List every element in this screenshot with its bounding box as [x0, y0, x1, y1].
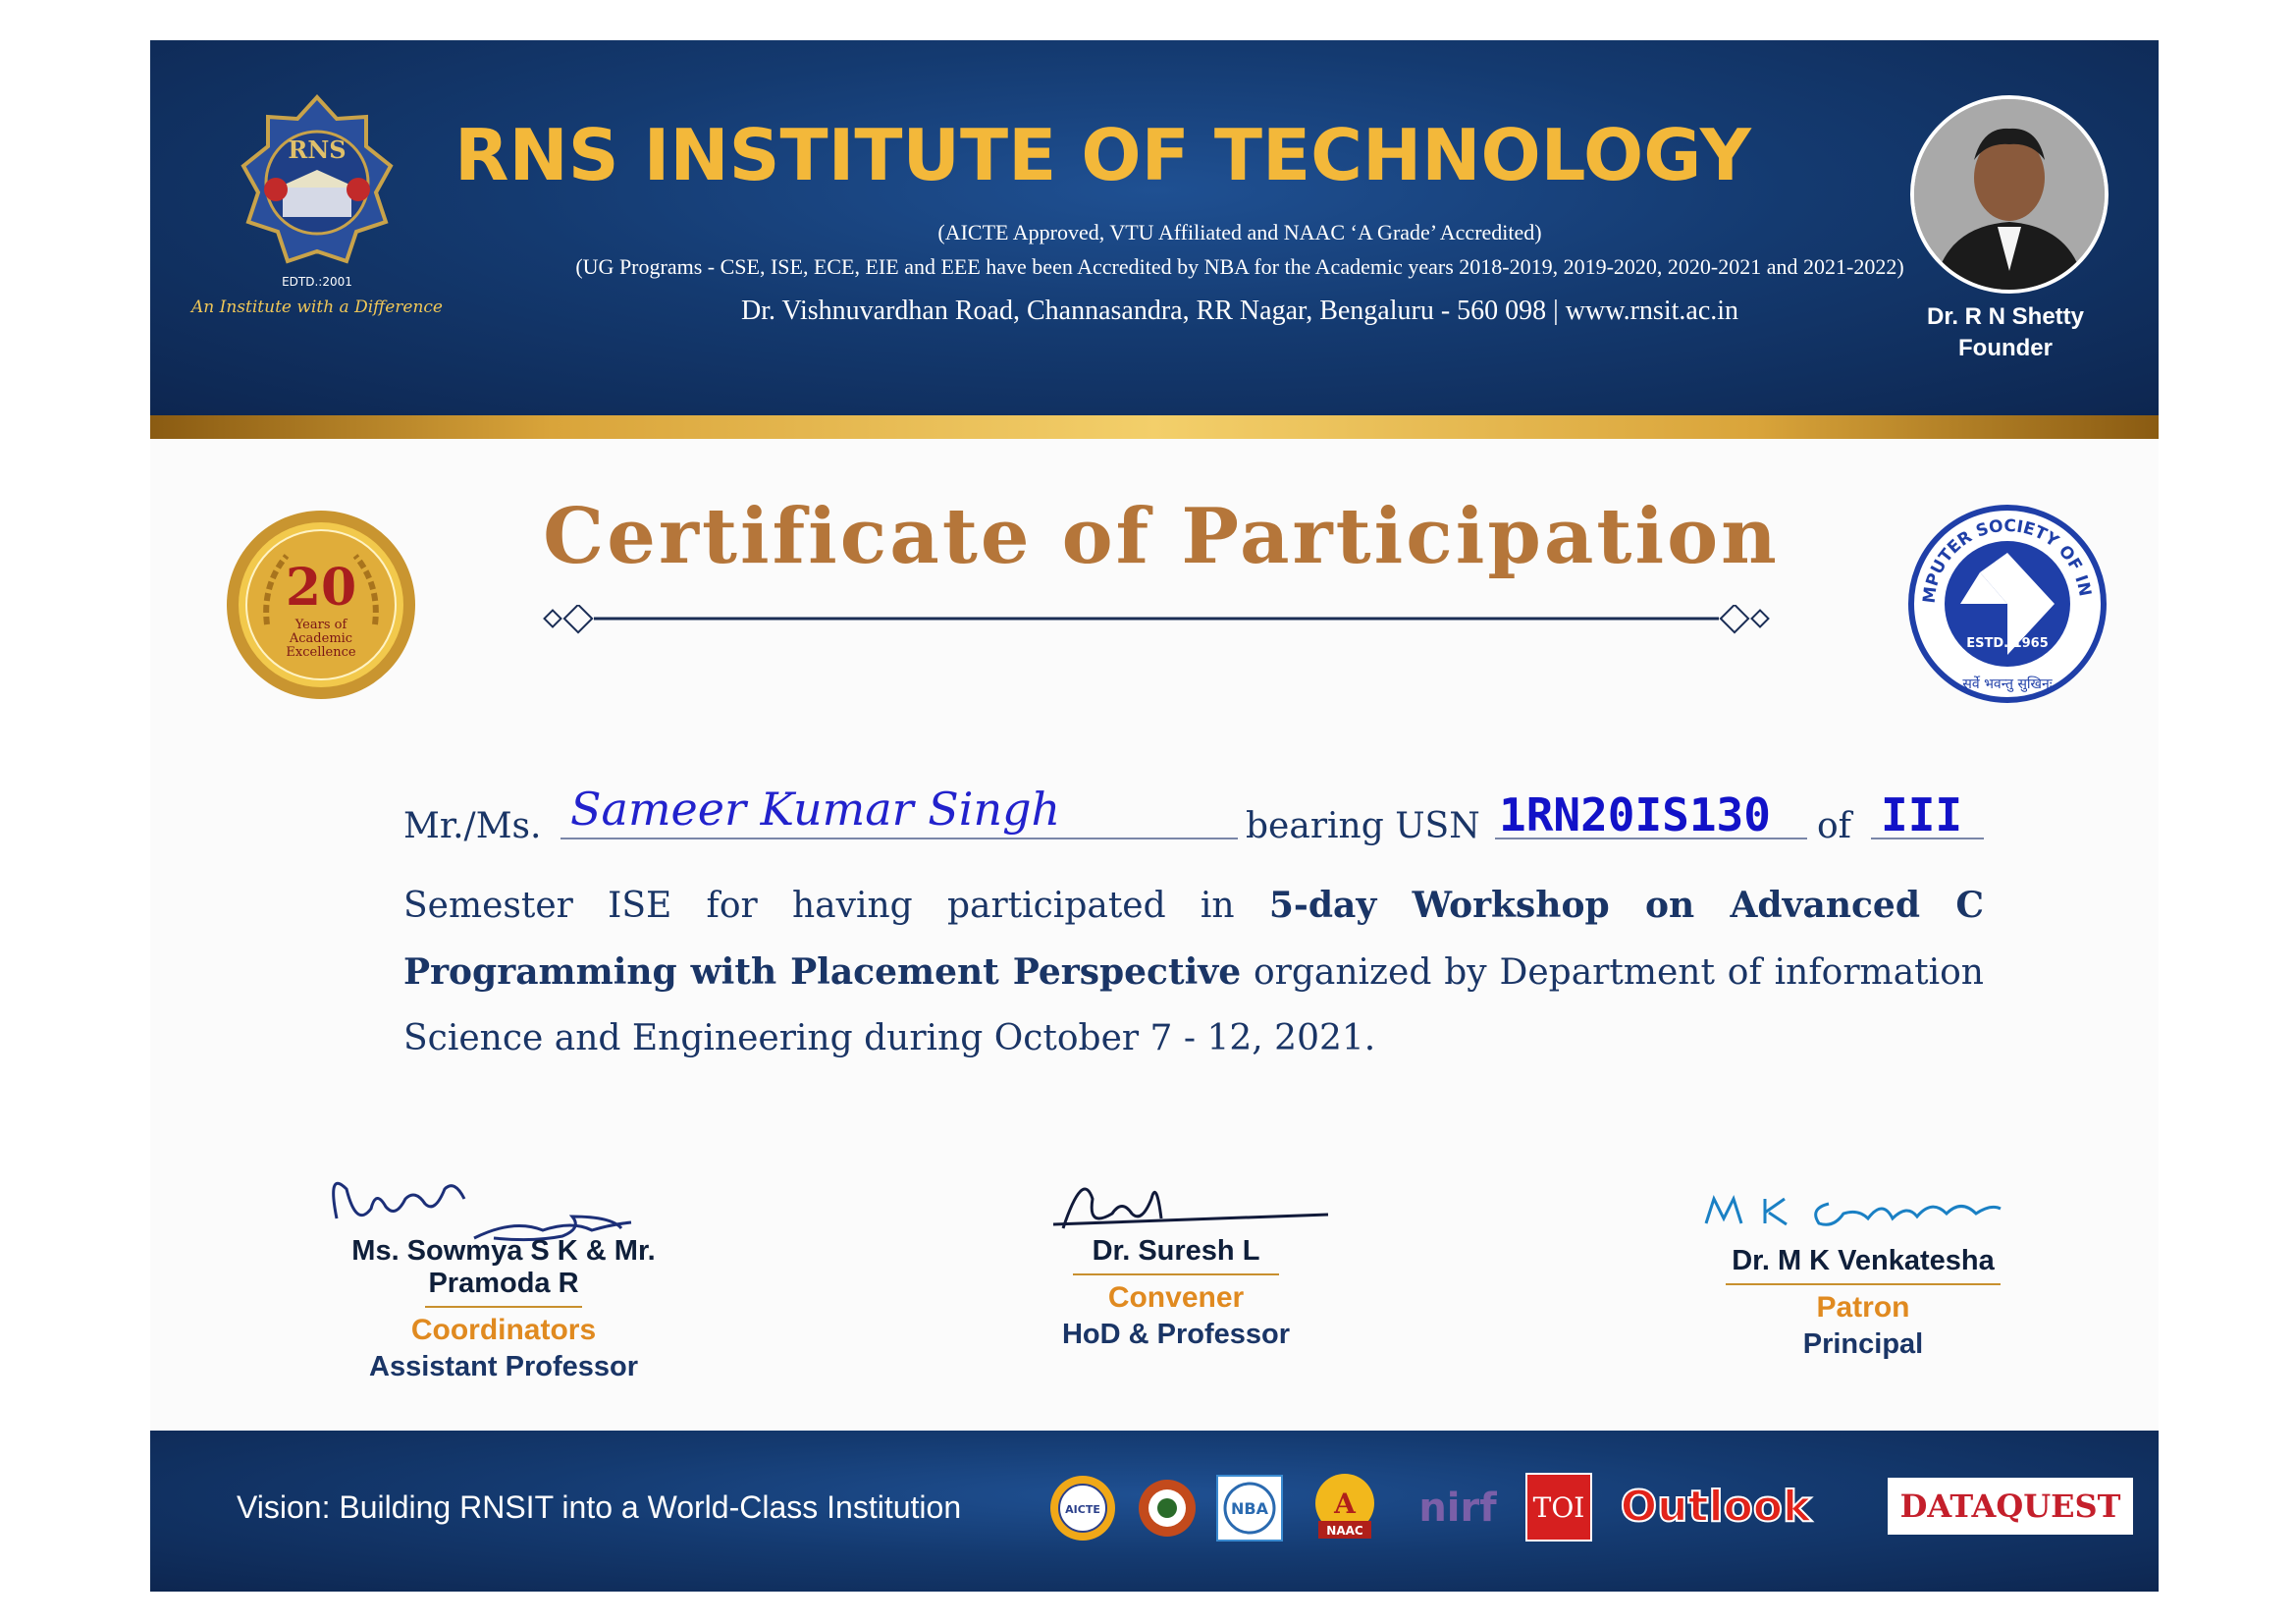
svg-text:20: 20: [286, 558, 356, 618]
svg-text:सर्वे भवन्तु सुखिनः: सर्वे भवन्तु सुखिनः: [1962, 676, 2053, 692]
svg-text:Years of: Years of: [294, 618, 348, 632]
outlook-logo-icon: Outlook: [1620, 1481, 1814, 1533]
dataquest-logo-icon: DATAQUEST: [1888, 1478, 2133, 1535]
participant-line: Mr./Ms. Sameer Kumar Singh bearing USN 1…: [403, 783, 1984, 853]
participant-name: Sameer Kumar Singh: [570, 783, 1061, 836]
footer-banner: Vision: Building RNSIT into a World-Clas…: [150, 1431, 2159, 1592]
signature-rule: [1073, 1273, 1279, 1275]
20-years-badge-icon: 20 Years of Academic Excellence: [227, 511, 415, 699]
signature-rule: [425, 1306, 582, 1308]
patron-name: Dr. M K Venkatesha: [1732, 1245, 1995, 1276]
signature-block-convener: Dr. Suresh L Convener HoD & Professor: [1014, 1235, 1338, 1351]
nba-logo-icon: NBA: [1216, 1475, 1283, 1542]
workshop-title-part1: 5-day Workshop on Advanced C: [1268, 885, 1984, 926]
svg-text:RNS: RNS: [288, 135, 346, 164]
signature-patron: [1704, 1195, 2002, 1226]
coordinators-title: Assistant Professor: [369, 1351, 638, 1382]
body-text: organized by Department of information: [1241, 952, 1984, 993]
ornamental-divider: [543, 605, 1770, 634]
svg-text:NBA: NBA: [1231, 1499, 1269, 1518]
body-text: Science and Engineering during October 7…: [403, 1018, 1376, 1058]
signature-block-patron: Dr. M K Venkatesha Patron Principal: [1701, 1245, 2025, 1361]
vision-statement: Vision: Building RNSIT into a World-Clas…: [237, 1489, 962, 1525]
semester-value: III: [1881, 788, 1963, 841]
person-icon: [1914, 99, 2105, 290]
body-line-2: Semester ISE for having participated in …: [403, 885, 1984, 926]
rns-emblem-icon: RNS EDTD.:2001: [240, 94, 394, 289]
svg-text:NAAC: NAAC: [1326, 1524, 1363, 1538]
founder-role: Founder: [1958, 335, 2053, 361]
svg-text:AICTE: AICTE: [1065, 1503, 1100, 1516]
body-line-4: Science and Engineering during October 7…: [403, 1018, 1984, 1058]
svg-text:Outlook: Outlook: [1621, 1482, 1813, 1532]
signature-block-coordinators: Ms. Sowmya S K & Mr. Pramoda R Coordinat…: [288, 1235, 720, 1383]
svg-text:Excellence: Excellence: [286, 645, 355, 660]
of-label: of: [1817, 806, 1851, 846]
name-underline: [561, 838, 1238, 839]
founder-name: Dr. R N Shetty: [1926, 303, 2085, 330]
signature-rule: [1726, 1283, 2001, 1285]
nirf-logo-icon: nirf: [1418, 1486, 1497, 1531]
svg-text:DATAQUEST: DATAQUEST: [1900, 1488, 2121, 1525]
institute-address: Dr. Vishnuvardhan Road, Channasandra, RR…: [740, 296, 1739, 326]
accreditation-line-1: (AICTE Approved, VTU Affiliated and NAAC…: [937, 220, 1542, 244]
toi-logo-icon: TOI: [1525, 1473, 1592, 1542]
body-line-3: Programming with Placement Perspective o…: [403, 951, 1984, 993]
founder-portrait: [1910, 95, 2109, 294]
coordinators-name: Ms. Sowmya S K & Mr. Pramoda R: [351, 1235, 656, 1299]
usn-value: 1RN20IS130: [1499, 788, 1771, 841]
convener-name: Dr. Suresh L: [1092, 1235, 1260, 1267]
svg-text:EDTD.:2001: EDTD.:2001: [282, 275, 352, 289]
certificate: RNS EDTD.:2001 An Institute with a Diffe…: [150, 40, 2159, 1592]
institute-tagline: An Institute with a Difference: [191, 298, 443, 317]
certificate-title: Certificate of Participation: [543, 492, 1780, 581]
aicte-logo-icon: AICTE: [1050, 1476, 1115, 1541]
usn-label: bearing USN: [1246, 806, 1480, 846]
coordinators-role: Coordinators: [410, 1314, 597, 1346]
header-banner: RNS EDTD.:2001 An Institute with a Diffe…: [150, 40, 2159, 415]
patron-title: Principal: [1802, 1328, 1924, 1360]
svg-text:TOI: TOI: [1533, 1491, 1585, 1524]
body-text: Semester ISE for having participated in: [403, 886, 1269, 926]
svg-text:Academic: Academic: [289, 631, 352, 646]
svg-text:nirf: nirf: [1418, 1486, 1497, 1531]
institute-name: RNS INSTITUTE OF TECHNOLOGY: [454, 114, 1751, 196]
salutation: Mr./Ms.: [403, 806, 542, 846]
accreditation-line-2: (UG Programs - CSE, ISE, ECE, EIE and EE…: [575, 254, 1904, 279]
gold-divider-bar: [150, 415, 2159, 439]
patron-role: Patron: [1816, 1291, 1910, 1324]
svg-text:A: A: [1333, 1488, 1357, 1520]
workshop-title-part2: Programming with Placement Perspective: [403, 951, 1242, 993]
convener-title: HoD & Professor: [1061, 1319, 1291, 1350]
svg-text:ESTD. 1965: ESTD. 1965: [1966, 636, 2049, 651]
vtu-logo-icon: [1139, 1480, 1196, 1537]
csi-logo-icon: COMPUTER SOCIETY OF INDIA ESTD. 1965 सर्…: [1907, 504, 2107, 703]
convener-role: Convener: [1107, 1281, 1245, 1314]
naac-logo-icon: A NAAC: [1315, 1474, 1374, 1539]
